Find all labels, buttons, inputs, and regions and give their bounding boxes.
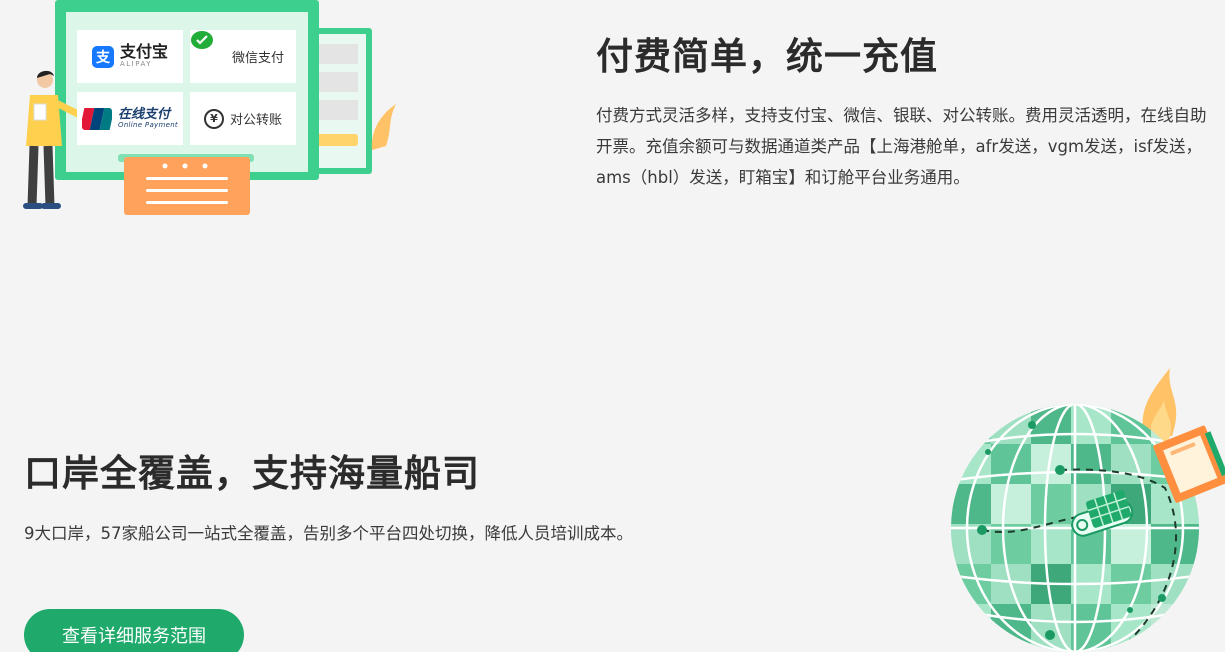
alipay-sub: ALIPAY xyxy=(119,60,153,69)
globe-graphic xyxy=(951,368,1225,652)
wechat-pay-icon xyxy=(191,31,226,67)
wechat-pay-name: 微信支付 xyxy=(231,51,284,66)
view-service-scope-button[interactable]: 查看详细服务范围 xyxy=(24,609,244,652)
unionpay-icon xyxy=(82,107,113,130)
payment-section-title: 付费简单，统一充值 xyxy=(596,35,938,78)
yen-coin-icon: ¥ xyxy=(203,108,224,129)
unionpay-sub: Online Payment xyxy=(118,120,178,129)
globe-illustration xyxy=(940,360,1225,652)
alipay-tile: 支 支付宝 ALIPAY xyxy=(77,30,183,83)
unionpay-name: 在线支付 xyxy=(118,107,171,122)
alipay-name: 支付宝 xyxy=(119,42,168,62)
alipay-icon: 支 xyxy=(91,45,114,68)
unionpay-tile: 在线支付 Online Payment xyxy=(77,92,183,145)
payment-section-description: 付费方式灵活多样，支持支付宝、微信、银联、对公转账。费用灵活透明，在线自助开票。… xyxy=(596,106,1207,187)
payment-illustration: 支 支付宝 ALIPAY 微信支付 在线支付 Online Payment ¥ … xyxy=(0,0,420,225)
wechat-pay-tile: 微信支付 xyxy=(190,30,296,83)
ports-section-title: 口岸全覆盖，支持海量船司 xyxy=(24,452,480,495)
ports-section-description: 9大口岸，57家船公司一站式全覆盖，告别多个平台四处切换，降低人员培训成本。 xyxy=(24,524,633,543)
page: 支 支付宝 ALIPAY 微信支付 在线支付 Online Payment ¥ … xyxy=(0,0,1225,652)
corporate-transfer-name: 对公转账 xyxy=(229,113,282,128)
corporate-transfer-tile: ¥ 对公转账 xyxy=(190,92,296,145)
